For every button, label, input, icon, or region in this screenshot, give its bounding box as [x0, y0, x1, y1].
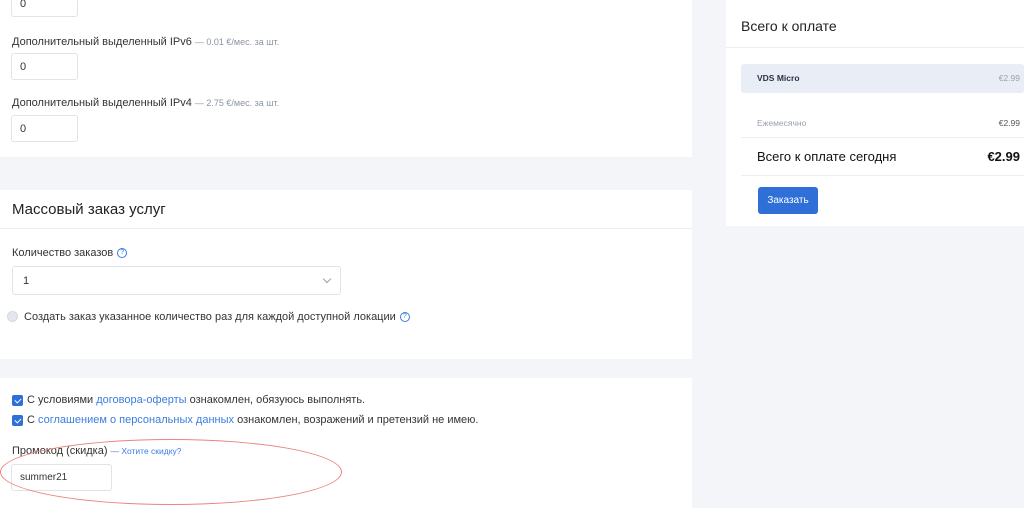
help-icon[interactable]: ? — [399, 312, 410, 323]
mass-order-divider — [0, 228, 692, 229]
privacy-checkbox[interactable] — [12, 415, 23, 426]
ipv4-price: — 2.75 €/мес. за шт. — [194, 98, 280, 108]
offer-checkbox[interactable] — [12, 395, 23, 406]
mass-order-card: Массовый заказ услуг Количество заказов?… — [0, 190, 692, 359]
offer-link[interactable]: договора-оферты — [96, 394, 186, 406]
quantity-select-value: 1 — [23, 275, 30, 287]
ip-options-card: Дополнительный выделенный IPv6— 0.01 €/м… — [0, 0, 692, 157]
privacy-suffix: ознакомлен, возражений и претензий не им… — [234, 414, 479, 426]
top-quantity-input[interactable] — [11, 0, 78, 17]
ipv6-quantity-input[interactable] — [11, 53, 78, 80]
annotation-circle — [0, 439, 342, 505]
summary-title-divider — [726, 47, 1024, 48]
quantity-select[interactable]: 1 — [12, 266, 341, 295]
quantity-label: Количество заказов? — [12, 247, 128, 259]
privacy-prefix: С — [27, 414, 38, 426]
summary-title: Всего к оплате — [741, 18, 837, 34]
help-icon[interactable]: ? — [117, 248, 128, 259]
per-location-label: Создать заказ указанное количество раз д… — [24, 311, 410, 323]
privacy-consent-text: С соглашением о персональных данных озна… — [27, 414, 478, 426]
quantity-label-text: Количество заказов — [12, 247, 114, 259]
order-button[interactable]: Заказать — [758, 187, 818, 214]
offer-consent-text: С условиями договора-оферты ознакомлен, … — [27, 394, 365, 406]
ipv6-label-text: Дополнительный выделенный IPv6 — [12, 36, 192, 48]
chevron-down-icon — [322, 274, 332, 284]
privacy-link[interactable]: соглашением о персональных данных — [38, 414, 234, 426]
offer-prefix: С условиями — [27, 394, 97, 406]
product-price: €2.99 — [998, 73, 1020, 83]
ipv6-label: Дополнительный выделенный IPv6— 0.01 €/м… — [12, 36, 279, 48]
ipv4-quantity-input[interactable] — [11, 115, 78, 142]
period-label: Ежемесячно — [757, 118, 807, 128]
ipv4-label-text: Дополнительный выделенный IPv4 — [12, 97, 192, 109]
ipv6-price: — 0.01 €/мес. за шт. — [194, 37, 280, 47]
summary-divider — [741, 137, 1024, 138]
order-summary-card: Всего к оплате VDS Micro €2.99 Ежемесячн… — [726, 0, 1024, 226]
period-price: €2.99 — [998, 118, 1020, 128]
per-location-label-text: Создать заказ указанное количество раз д… — [24, 311, 396, 323]
mass-order-title: Массовый заказ услуг — [12, 201, 166, 218]
per-location-radio[interactable] — [7, 311, 18, 322]
total-price: €2.99 — [987, 149, 1020, 164]
total-label: Всего к оплате сегодня — [757, 149, 897, 164]
ipv4-label: Дополнительный выделенный IPv4— 2.75 €/м… — [12, 97, 279, 109]
summary-bottom-divider — [741, 175, 1024, 176]
offer-suffix: ознакомлен, обязуюсь выполнять. — [186, 394, 366, 406]
product-name: VDS Micro — [757, 73, 800, 83]
